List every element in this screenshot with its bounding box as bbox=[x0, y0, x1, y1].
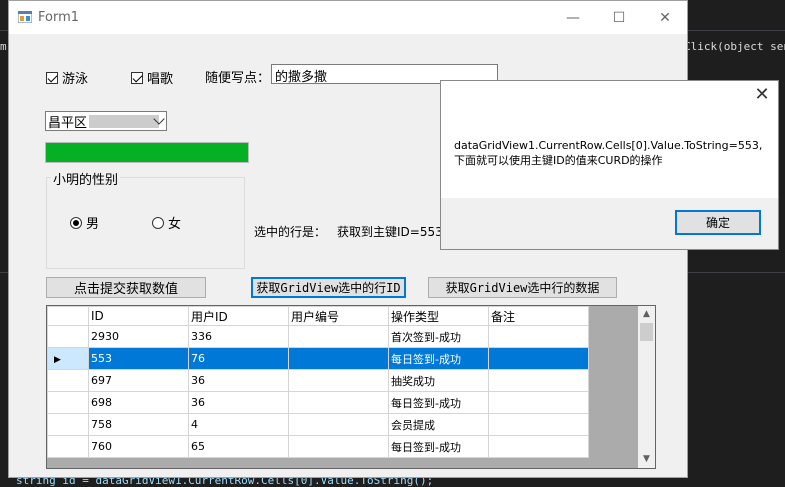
grid-cell-user-no[interactable] bbox=[288, 347, 389, 370]
selected-row-value: 获取到主键ID=553 bbox=[337, 225, 443, 239]
ide-code-fragment-right: Click(object send bbox=[684, 40, 785, 53]
row-header[interactable] bbox=[47, 435, 89, 458]
maximize-button[interactable]: ☐ bbox=[596, 1, 642, 34]
message-box-text: dataGridView1.CurrentRow.Cells[0].Value.… bbox=[454, 138, 774, 168]
grid-cell-id[interactable]: 2930 bbox=[88, 325, 189, 348]
radio-female-label: 女 bbox=[168, 217, 182, 232]
grid-cell-remark[interactable] bbox=[488, 391, 589, 414]
scroll-up-arrow-icon[interactable]: ▲ bbox=[642, 310, 651, 319]
radio-selected-icon[interactable] bbox=[70, 216, 82, 229]
grid-table: ID 用户ID 用户编号 操作类型 备注 2930 336 首次签到-成功 ▶ 553 7… bbox=[47, 306, 589, 458]
submit-button[interactable]: 点击提交获取数值 bbox=[46, 277, 206, 298]
scroll-down-arrow-icon[interactable]: ▼ bbox=[642, 455, 651, 464]
table-row[interactable]: 760 65 每日签到-成功 bbox=[47, 435, 589, 458]
get-row-id-button[interactable]: 获取GridView选中的行ID bbox=[251, 277, 406, 298]
grid-cell-op[interactable]: 每日签到-成功 bbox=[388, 435, 489, 458]
checkbox-sing-label: 唱歌 bbox=[147, 72, 174, 87]
grid-cell-id[interactable]: 553 bbox=[88, 347, 189, 370]
minimize-button[interactable]: — bbox=[550, 1, 596, 34]
row-header[interactable] bbox=[47, 325, 89, 348]
grid-cell-op[interactable]: 抽奖成功 bbox=[388, 369, 489, 392]
table-row[interactable]: 697 36 抽奖成功 bbox=[47, 369, 589, 392]
grid-cell-user-id[interactable]: 65 bbox=[188, 435, 289, 458]
grid-cell-user-id[interactable]: 4 bbox=[188, 413, 289, 436]
gender-groupbox: 小明的性别 男 女 bbox=[46, 169, 245, 269]
title-bar[interactable]: Form1 — ☐ ✕ bbox=[9, 1, 687, 34]
checkbox-checked-icon[interactable] bbox=[131, 71, 143, 84]
progress-bar bbox=[45, 142, 249, 163]
grid-cell-id[interactable]: 698 bbox=[88, 391, 189, 414]
grid-cell-op[interactable]: 首次签到-成功 bbox=[388, 325, 489, 348]
grid-cell-user-id[interactable]: 36 bbox=[188, 391, 289, 414]
row-header[interactable] bbox=[47, 391, 89, 414]
ok-button[interactable]: 确定 bbox=[675, 210, 761, 235]
combo-selection-highlight bbox=[89, 114, 160, 128]
close-button[interactable]: ✕ bbox=[642, 1, 688, 34]
grid-cell-user-no[interactable] bbox=[288, 435, 389, 458]
grid-cell-remark[interactable] bbox=[488, 325, 589, 348]
row-header[interactable] bbox=[47, 369, 89, 392]
checkbox-sing[interactable]: 唱歌 bbox=[131, 68, 173, 87]
message-box-close-icon[interactable]: ✕ bbox=[752, 85, 772, 105]
radio-unselected-icon[interactable] bbox=[152, 216, 164, 229]
district-combobox[interactable]: 昌平区 bbox=[45, 111, 167, 131]
message-box: ✕ dataGridView1.CurrentRow.Cells[0].Valu… bbox=[440, 80, 779, 250]
scrollbar-thumb[interactable] bbox=[640, 323, 653, 341]
row-header[interactable] bbox=[47, 413, 89, 436]
table-row[interactable]: 2930 336 首次签到-成功 bbox=[47, 325, 589, 348]
grid-cell-remark[interactable] bbox=[488, 435, 589, 458]
table-row[interactable]: 698 36 每日签到-成功 bbox=[47, 391, 589, 414]
grid-cell-user-no[interactable] bbox=[288, 325, 389, 348]
selected-row-label: 选中的行是： bbox=[254, 225, 327, 239]
column-header-user-no[interactable]: 用户编号 bbox=[288, 306, 389, 326]
grid-header-row: ID 用户ID 用户编号 操作类型 备注 bbox=[47, 306, 589, 326]
checkbox-swim[interactable]: 游泳 bbox=[46, 68, 88, 87]
column-header-op-type[interactable]: 操作类型 bbox=[388, 306, 489, 326]
row-header[interactable]: ▶ bbox=[47, 347, 89, 370]
radio-female[interactable]: 女 bbox=[152, 213, 181, 232]
current-row-arrow-icon: ▶ bbox=[54, 355, 61, 365]
grid-cell-op[interactable]: 会员提成 bbox=[388, 413, 489, 436]
app-icon bbox=[18, 11, 32, 23]
data-grid-view[interactable]: ID 用户ID 用户编号 操作类型 备注 2930 336 首次签到-成功 ▶ 553 7… bbox=[46, 305, 656, 469]
grid-cell-id[interactable]: 760 bbox=[88, 435, 189, 458]
grid-cell-remark[interactable] bbox=[488, 413, 589, 436]
grid-cell-id[interactable]: 697 bbox=[88, 369, 189, 392]
grid-cell-id[interactable]: 758 bbox=[88, 413, 189, 436]
progress-fill bbox=[46, 143, 248, 162]
grid-cell-op[interactable]: 每日签到-成功 bbox=[388, 347, 489, 370]
table-row[interactable]: ▶ 553 76 每日签到-成功 bbox=[47, 347, 589, 370]
radio-male-label: 男 bbox=[86, 217, 100, 232]
get-row-data-button[interactable]: 获取GridView选中行的数据 bbox=[428, 277, 617, 298]
grid-cell-user-no[interactable] bbox=[288, 413, 389, 436]
column-header-remark[interactable]: 备注 bbox=[488, 306, 589, 326]
district-selected-value: 昌平区 bbox=[48, 115, 88, 131]
grid-cell-user-id[interactable]: 36 bbox=[188, 369, 289, 392]
window-title: Form1 bbox=[38, 10, 80, 25]
grid-corner-header bbox=[47, 306, 89, 326]
grid-cell-remark[interactable] bbox=[488, 347, 589, 370]
grid-body: 2930 336 首次签到-成功 ▶ 553 76 每日签到-成功 697 36 抽奖成功 698 3… bbox=[47, 325, 589, 458]
column-header-user-id[interactable]: 用户ID bbox=[188, 306, 289, 326]
grid-vertical-scrollbar[interactable]: ▲ ▼ bbox=[638, 306, 655, 468]
message-box-footer: 确定 bbox=[441, 198, 778, 249]
column-header-id[interactable]: ID bbox=[88, 306, 189, 326]
table-row[interactable]: 758 4 会员提成 bbox=[47, 413, 589, 436]
gender-group-title: 小明的性别 bbox=[51, 169, 121, 188]
radio-male[interactable]: 男 bbox=[70, 213, 99, 232]
checkbox-checked-icon[interactable] bbox=[46, 71, 58, 84]
grid-cell-user-no[interactable] bbox=[288, 369, 389, 392]
message-line-2: 下面就可以使用主键ID的值来CURD的操作 bbox=[454, 154, 663, 167]
grid-cell-user-id[interactable]: 336 bbox=[188, 325, 289, 348]
grid-cell-user-no[interactable] bbox=[288, 391, 389, 414]
grid-cell-op[interactable]: 每日签到-成功 bbox=[388, 391, 489, 414]
message-line-1: dataGridView1.CurrentRow.Cells[0].Value.… bbox=[454, 139, 763, 152]
checkbox-swim-label: 游泳 bbox=[62, 72, 89, 87]
grid-cell-remark[interactable] bbox=[488, 369, 589, 392]
grid-cell-user-id[interactable]: 76 bbox=[188, 347, 289, 370]
note-label: 随便写点： bbox=[205, 71, 271, 86]
